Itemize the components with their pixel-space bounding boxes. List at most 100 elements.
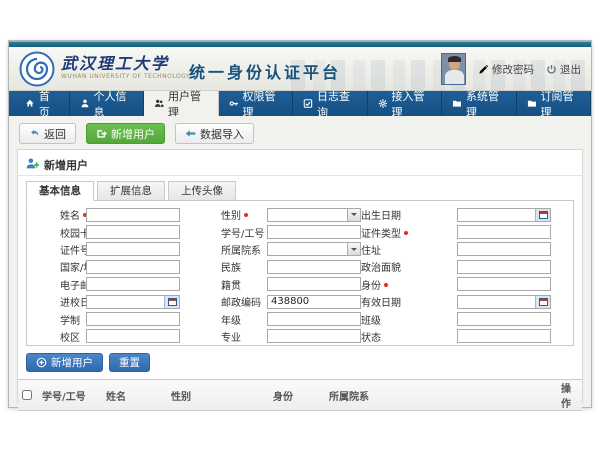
required-marker (244, 213, 248, 217)
section-title-label: 新增用户 (44, 157, 88, 173)
field-input[interactable] (267, 329, 361, 343)
field-input-wrap (457, 260, 551, 274)
nav-item[interactable]: 接入管理 (368, 91, 443, 116)
pencil-icon (478, 64, 489, 75)
nav-item[interactable]: 用户管理 (144, 91, 219, 116)
field-input[interactable] (267, 312, 361, 326)
field-input[interactable] (86, 329, 180, 343)
field-input-wrap (86, 225, 180, 239)
field-input[interactable] (457, 260, 551, 274)
nav-item-label: 接入管理 (391, 88, 431, 120)
field-input[interactable] (457, 312, 551, 326)
field-input[interactable] (86, 260, 180, 274)
nav-item-label: 权限管理 (242, 88, 282, 120)
university-name-en: WUHAN UNIVERSITY OF TECHNOLOGY (61, 73, 190, 80)
plus-circle-icon (36, 357, 47, 368)
field-input-wrap (267, 208, 361, 222)
field-label: 住址 (361, 242, 457, 257)
field-input-wrap (267, 277, 361, 291)
section-title: 新增用户 (18, 150, 582, 176)
field-input[interactable] (457, 329, 551, 343)
field-input-wrap (457, 329, 551, 343)
field-input[interactable] (267, 260, 361, 274)
new-user-panel: 新增用户 基本信息 扩展信息 上传头像 (17, 149, 583, 403)
key-icon (229, 98, 239, 109)
field-label: 年级 (180, 312, 267, 327)
data-import-button[interactable]: 数据导入 (175, 123, 254, 144)
field-input[interactable] (457, 225, 551, 239)
reset-button-label: 重置 (119, 355, 140, 370)
reset-button[interactable]: 重置 (109, 353, 150, 372)
nav-item[interactable]: 首页 (15, 91, 70, 116)
select-all-checkbox[interactable] (22, 390, 32, 400)
nav-item[interactable]: 个人信息 (70, 91, 145, 116)
field-label: 民族 (180, 259, 267, 274)
tab[interactable]: 扩展信息 (97, 181, 165, 201)
empty-table-row (18, 411, 582, 422)
app-window: 武汉理工大学 WUHAN UNIVERSITY OF TECHNOLOGY 统一… (8, 40, 592, 408)
platform-title: 统一身份认证平台 (189, 59, 341, 83)
caret-down-icon[interactable] (347, 209, 360, 221)
field-input[interactable] (86, 242, 180, 256)
field-input[interactable] (457, 277, 551, 291)
calendar-icon[interactable] (164, 296, 179, 308)
main-nav: 首页 个人信息 用户管理 权限管理 日志查询 (9, 91, 591, 116)
field-input-wrap (86, 208, 180, 222)
field-label: 身份 (361, 277, 457, 292)
gear-icon (378, 98, 388, 109)
field-input-wrap (267, 242, 361, 256)
caret-down-icon[interactable] (347, 243, 360, 255)
col-header-gender: 性别 (167, 380, 269, 411)
submit-add-user-button[interactable]: 新增用户 (26, 353, 103, 372)
user-add-icon (26, 157, 39, 170)
user-icon (80, 98, 90, 109)
calendar-icon[interactable] (535, 209, 550, 221)
field-input-wrap (86, 260, 180, 274)
undo-icon (29, 128, 40, 139)
university-name-block: 武汉理工大学 WUHAN UNIVERSITY OF TECHNOLOGY (61, 54, 190, 80)
nav-item-label: 系统管理 (466, 88, 506, 120)
tab-label: 基本信息 (39, 185, 81, 197)
field-input-wrap (267, 225, 361, 239)
tab[interactable]: 基本信息 (26, 181, 94, 201)
field-input[interactable] (457, 242, 551, 256)
log-icon (303, 98, 313, 109)
required-marker (384, 283, 388, 287)
calendar-icon[interactable] (535, 296, 550, 308)
field-input-wrap (267, 312, 361, 326)
field-label: 班级 (361, 312, 457, 327)
change-password-label: 修改密码 (492, 62, 534, 77)
nav-item[interactable]: 系统管理 (442, 91, 517, 116)
field-input-wrap (86, 277, 180, 291)
tab[interactable]: 上传头像 (168, 181, 236, 201)
user-avatar[interactable] (441, 53, 466, 85)
col-header-department: 所属院系 (325, 380, 557, 411)
field-input[interactable] (86, 225, 180, 239)
field-input[interactable] (86, 208, 180, 222)
col-header-id: 学号/工号 (38, 380, 102, 411)
field-input[interactable] (86, 277, 180, 291)
field-input[interactable] (267, 225, 361, 239)
back-button[interactable]: 返回 (19, 123, 76, 144)
field-input-wrap (267, 329, 361, 343)
field-input-wrap (86, 242, 180, 256)
submit-add-user-label: 新增用户 (51, 355, 93, 370)
field-label: 校园卡号 (31, 225, 86, 240)
change-password-link[interactable]: 修改密码 (478, 62, 534, 77)
nav-item[interactable]: 日志查询 (293, 91, 368, 116)
add-user-toolbar-button[interactable]: 新增用户 (86, 123, 165, 144)
nav-item-label: 个人信息 (93, 88, 133, 120)
nav-item[interactable]: 订阅管理 (517, 91, 592, 116)
nav-item[interactable]: 权限管理 (219, 91, 294, 116)
field-input-wrap (457, 242, 551, 256)
field-label: 证件号码 (31, 242, 86, 257)
field-input-wrap (86, 295, 180, 309)
home-icon (25, 98, 35, 109)
nav-item-label: 用户管理 (168, 88, 208, 120)
field-input[interactable] (267, 295, 361, 309)
col-header-actions: 操作 (557, 380, 582, 411)
content-area: 返回 新增用户 数据导入 新增用户 (9, 116, 591, 407)
field-input[interactable] (267, 277, 361, 291)
field-input[interactable] (86, 312, 180, 326)
logout-link[interactable]: 退出 (546, 62, 581, 77)
